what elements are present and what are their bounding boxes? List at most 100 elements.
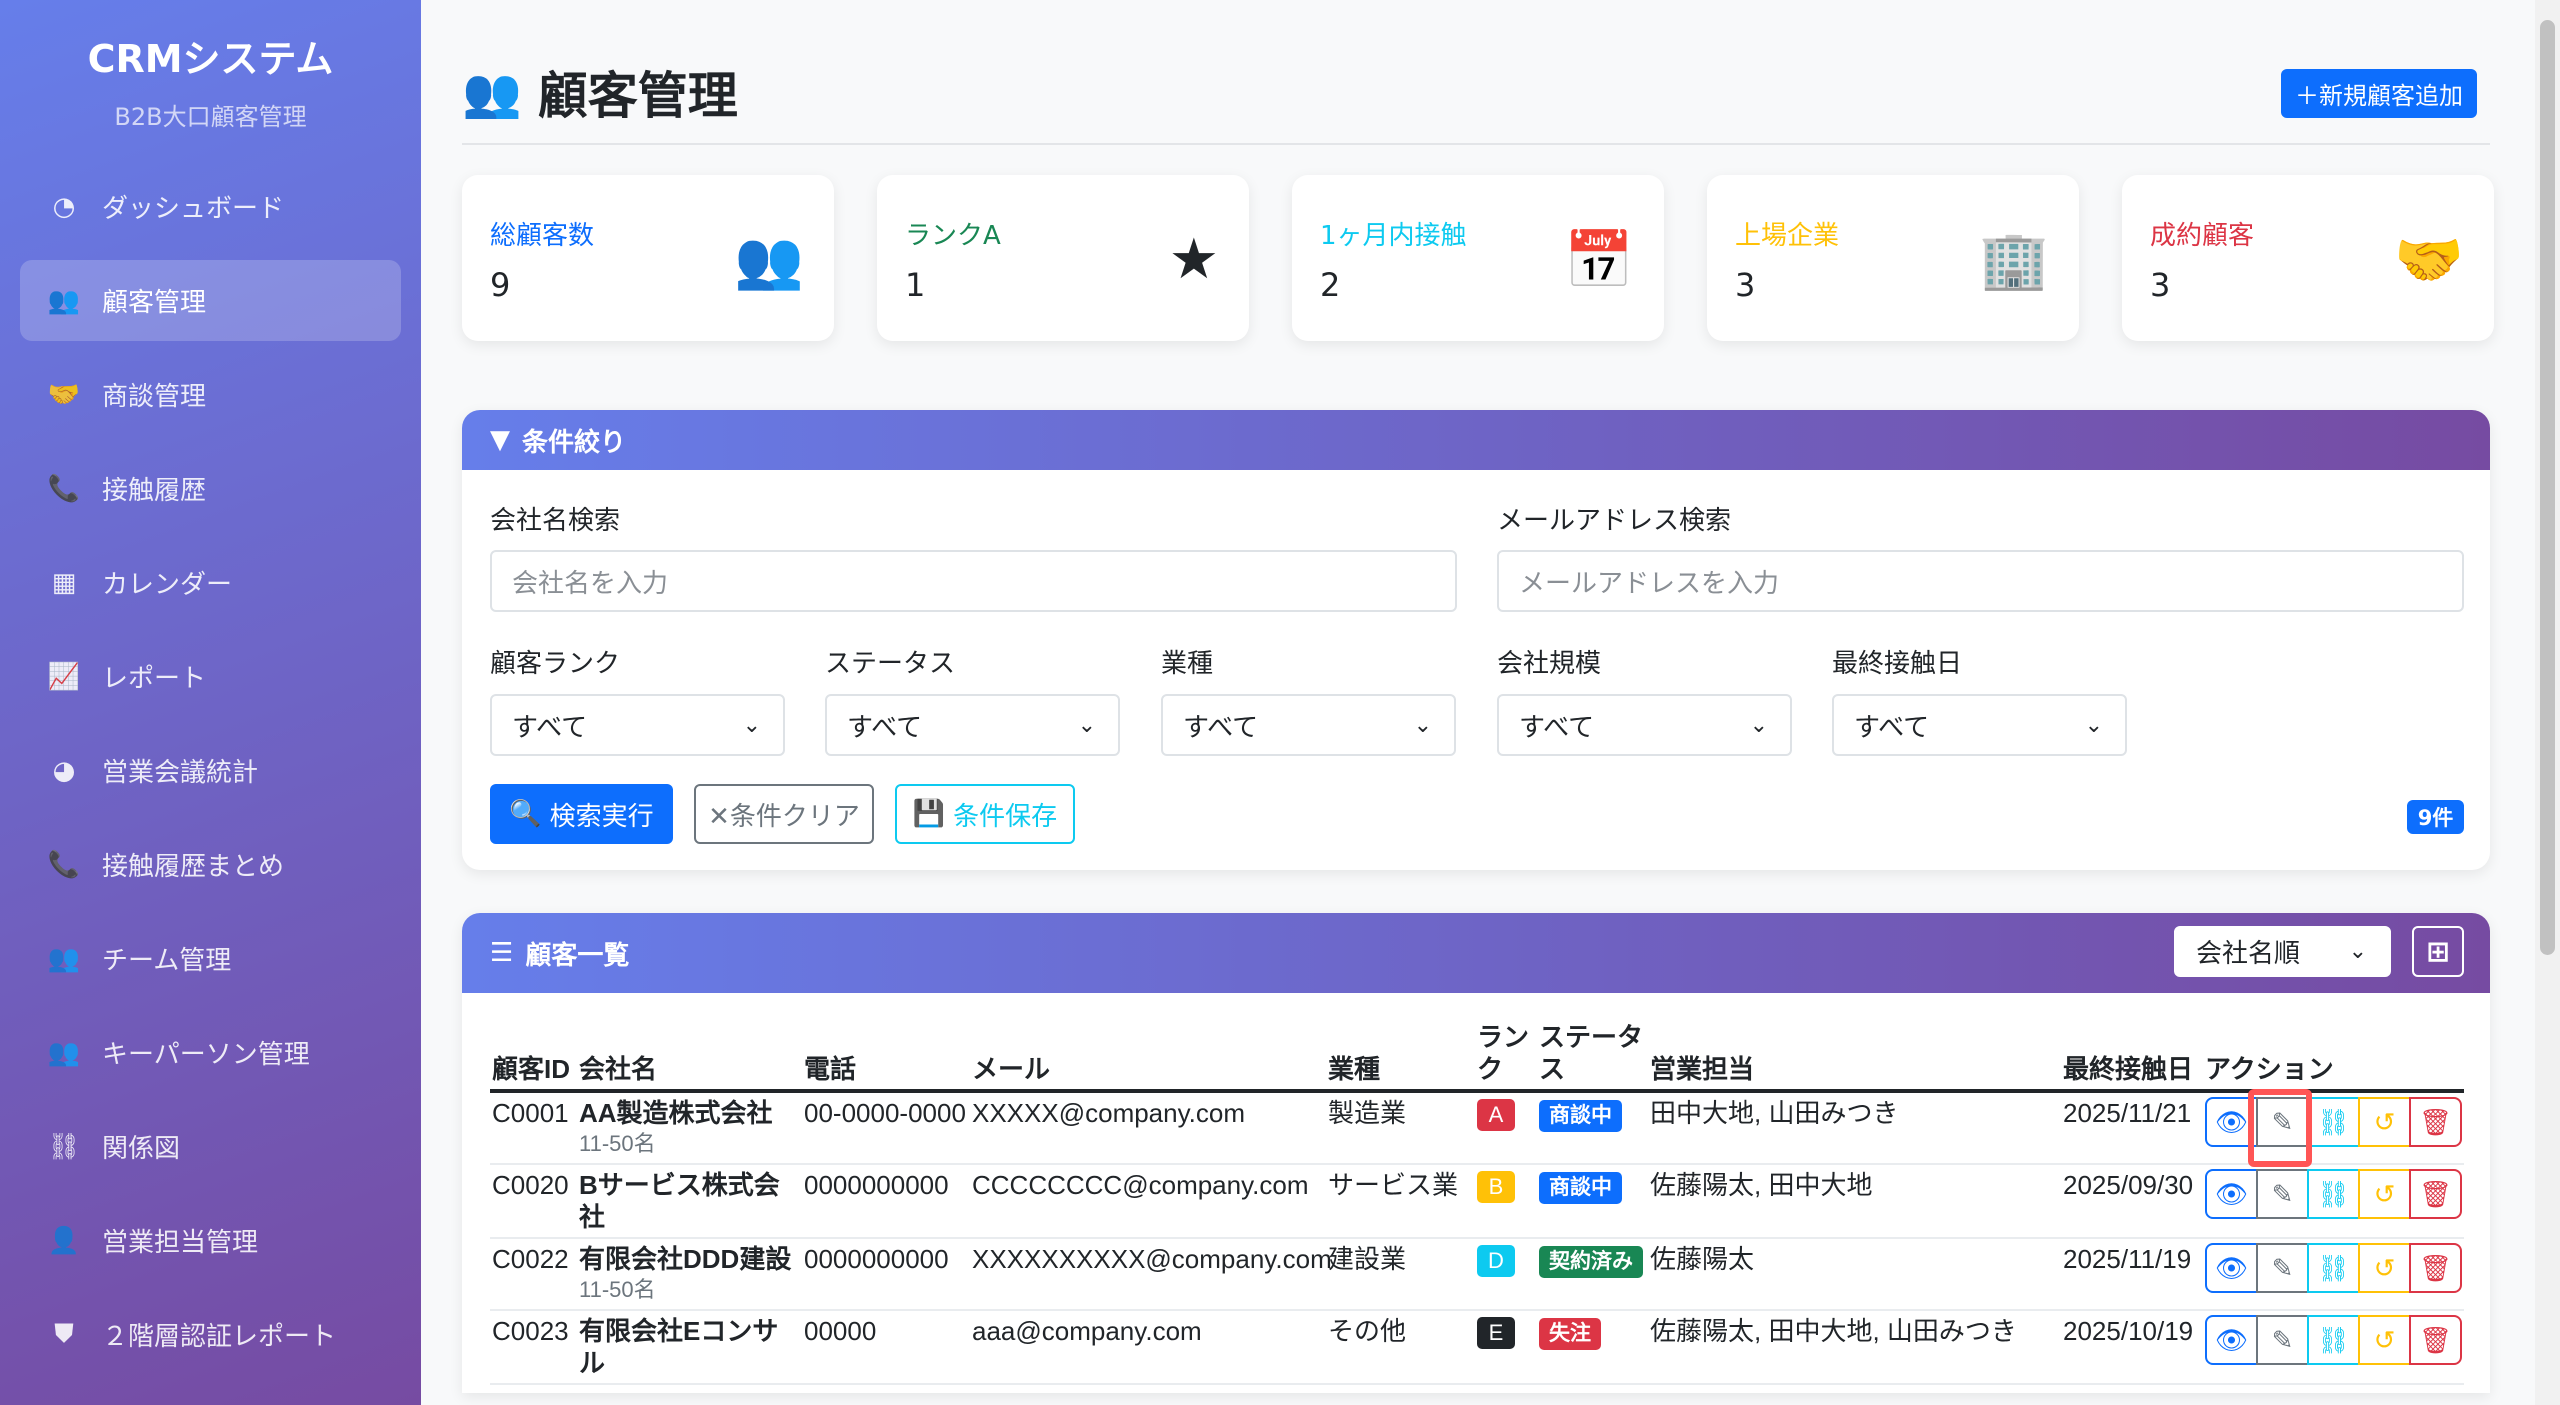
users-gear-icon: 👥	[46, 944, 82, 974]
last-contact: 2025/09/30	[2061, 1164, 2203, 1238]
table-row[interactable]: C0001AA製造株式会社11-50名00-0000-0000XXXXX@com…	[490, 1091, 2464, 1164]
highlight-edit-button	[2248, 1089, 2312, 1167]
search-button[interactable]: 🔍検索実行	[490, 784, 673, 844]
column-header[interactable]: アクション	[2203, 1021, 2464, 1091]
sidebar-item[interactable]: ◔ ダッシュボード	[20, 166, 401, 247]
users-icon: 👥	[46, 286, 82, 316]
sidebar-item-label: チーム管理	[102, 940, 231, 977]
history-button[interactable]: ↺	[2358, 1243, 2411, 1293]
email: XXXXXXXXXX@company.com	[970, 1238, 1326, 1310]
sidebar-item-label: 営業担当管理	[102, 1222, 258, 1259]
sidebar-item[interactable]: 📈レポート	[20, 636, 401, 717]
view-button[interactable]: 👁	[2205, 1243, 2258, 1293]
industry: その他	[1326, 1310, 1475, 1384]
sidebar-item[interactable]: 📞接触履歴	[20, 448, 401, 529]
history-button[interactable]: ↺	[2358, 1315, 2411, 1365]
filter-select[interactable]: すべて⌄	[1497, 694, 1792, 756]
edit-button[interactable]: ✎	[2256, 1169, 2309, 1219]
filter-select[interactable]: すべて⌄	[490, 694, 785, 756]
delete-button[interactable]: 🗑	[2409, 1315, 2462, 1365]
company-name[interactable]: 有限会社Eコンサル	[579, 1315, 800, 1379]
company-name[interactable]: AA製造株式会社	[579, 1097, 800, 1129]
history-button[interactable]: ↺	[2358, 1169, 2411, 1219]
user-tie-icon: 👤	[46, 1226, 82, 1256]
sidebar-item[interactable]: ▦カレンダー	[20, 542, 401, 623]
column-header[interactable]: 最終接触日	[2061, 1021, 2203, 1091]
status-badge: 商談中	[1539, 1100, 1622, 1132]
search-icon: 🔍	[509, 799, 541, 829]
column-header[interactable]: ステータス	[1537, 1021, 1648, 1091]
relation-button[interactable]: ⛓	[2307, 1097, 2360, 1147]
customer-id: C0022	[490, 1238, 577, 1310]
relation-button[interactable]: ⛓	[2307, 1169, 2360, 1219]
handshake-icon: 🤝	[2394, 227, 2464, 293]
delete-button[interactable]: 🗑	[2409, 1097, 2462, 1147]
select-label: 顧客ランク	[490, 643, 620, 680]
add-customer-button[interactable]: ＋新規顧客追加	[2281, 69, 2477, 118]
company-name[interactable]: 有限会社DDD建設	[579, 1243, 800, 1275]
delete-button[interactable]: 🗑	[2409, 1243, 2462, 1293]
sort-select[interactable]: 会社名順⌄	[2174, 926, 2391, 977]
edit-button[interactable]: ✎	[2256, 1315, 2309, 1365]
sidebar-item[interactable]: 📞接触履歴まとめ	[20, 824, 401, 905]
grid-view-button[interactable]: ⊞	[2412, 926, 2464, 977]
clear-button[interactable]: ✕条件クリア	[694, 784, 874, 844]
sidebar-item[interactable]: 🤝商談管理	[20, 354, 401, 435]
status-badge: 契約済み	[1539, 1246, 1643, 1278]
table-row[interactable]: C0020Bサービス株式会社0000000000CCCCCCCC@company…	[490, 1164, 2464, 1238]
sidebar: CRMシステムB2B大口顧客管理 ◔ダッシュボード👥顧客管理🤝商談管理📞接触履歴…	[0, 0, 421, 1405]
app-title: CRMシステム	[0, 28, 421, 83]
table-row[interactable]: C0023有限会社Eコンサル00000aaa@company.comその他E失注…	[490, 1310, 2464, 1384]
stat-card: 成約顧客3🤝	[2122, 175, 2494, 341]
delete-button[interactable]: 🗑	[2409, 1169, 2462, 1219]
email-search-input[interactable]: メールアドレスを入力	[1497, 550, 2464, 612]
sidebar-item-label: ダッシュボード	[102, 188, 284, 225]
rank-badge: E	[1477, 1317, 1515, 1349]
scrollbar[interactable]	[2535, 0, 2560, 1405]
industry: サービス業	[1326, 1164, 1475, 1238]
stat-card: ランクA1★	[877, 175, 1249, 341]
scrollbar-thumb[interactable]	[2540, 20, 2555, 955]
sidebar-item[interactable]: 👥キーパーソン管理	[20, 1012, 401, 1093]
sidebar-item[interactable]: ⛓関係図	[20, 1106, 401, 1187]
history-button[interactable]: ↺	[2358, 1097, 2411, 1147]
sales-reps: 田中大地, 山田みつき	[1648, 1091, 2061, 1164]
company-name[interactable]: Bサービス株式会社	[579, 1169, 800, 1233]
sales-reps: 佐藤陽太	[1648, 1238, 2061, 1310]
column-header[interactable]: 営業担当	[1648, 1021, 2061, 1091]
column-header[interactable]: 業種	[1326, 1021, 1475, 1091]
column-header[interactable]: 電話	[802, 1021, 970, 1091]
sidebar-item[interactable]: 👤 営業担当管理	[20, 1200, 401, 1281]
email-search-label: メールアドレス検索	[1497, 500, 1731, 537]
email: aaa@company.com	[970, 1310, 1326, 1384]
select-label: ステータス	[825, 643, 955, 680]
column-header[interactable]: メール	[970, 1021, 1326, 1091]
relation-button[interactable]: ⛓	[2307, 1243, 2360, 1293]
email: CCCCCCCC@company.com	[970, 1164, 1326, 1238]
column-header[interactable]: 会社名	[577, 1021, 802, 1091]
sidebar-item[interactable]: 👥顧客管理	[20, 260, 401, 341]
column-header[interactable]: ランク	[1475, 1021, 1537, 1091]
relation-button[interactable]: ⛓	[2307, 1315, 2360, 1365]
status-badge: 商談中	[1539, 1172, 1622, 1204]
sidebar-item[interactable]: 👥 チーム管理	[20, 918, 401, 999]
view-button[interactable]: 👁	[2205, 1169, 2258, 1219]
chevron-down-icon: ⌄	[1750, 713, 1768, 738]
customer-list-card: ☰顧客一覧 会社名順⌄ ⊞ 顧客ID会社名電話メール業種ランクステータス営業担当…	[462, 913, 2490, 1393]
company-search-input[interactable]: 会社名を入力	[490, 550, 1457, 612]
gauge-icon: ◔	[46, 192, 82, 222]
filter-select[interactable]: すべて⌄	[1832, 694, 2127, 756]
sidebar-item[interactable]: ◕営業会議統計	[20, 730, 401, 811]
customer-id: C0001	[490, 1091, 577, 1164]
edit-button[interactable]: ✎	[2256, 1243, 2309, 1293]
save-conditions-button[interactable]: 💾条件保存	[895, 784, 1075, 844]
stat-card: 上場企業3🏢	[1707, 175, 2079, 341]
chevron-down-icon: ⌄	[743, 713, 761, 738]
filter-select[interactable]: すべて⌄	[825, 694, 1120, 756]
column-header[interactable]: 顧客ID	[490, 1021, 577, 1091]
table-row[interactable]: C0022有限会社DDD建設11-50名0000000000XXXXXXXXXX…	[490, 1238, 2464, 1310]
view-button[interactable]: 👁	[2205, 1315, 2258, 1365]
sidebar-item[interactable]: ⛊２階層認証レポート	[20, 1294, 401, 1375]
industry: 製造業	[1326, 1091, 1475, 1164]
filter-select[interactable]: すべて⌄	[1161, 694, 1456, 756]
